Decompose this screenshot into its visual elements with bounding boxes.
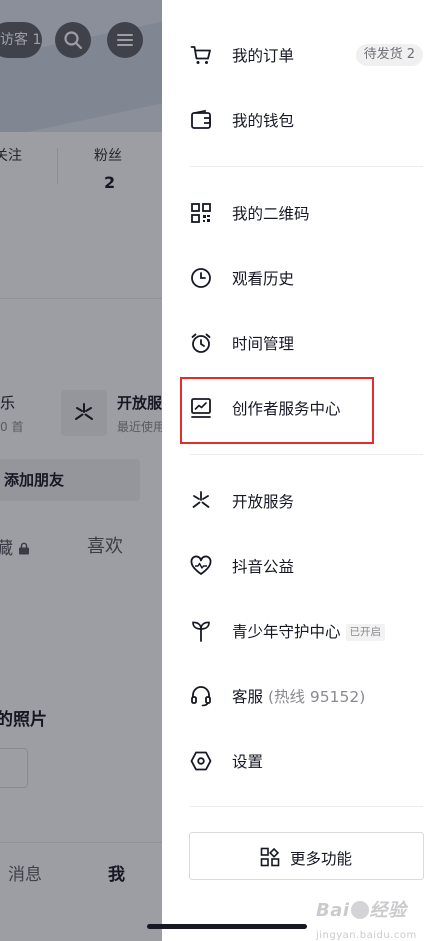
- dim-overlay[interactable]: [0, 0, 162, 941]
- customer-service-label: 客服: [232, 688, 264, 706]
- menu-divider: [190, 806, 423, 807]
- headset-icon: [191, 686, 211, 707]
- cart-icon: [190, 46, 211, 64]
- menu-item-charity[interactable]: 抖音公益: [162, 538, 433, 594]
- watermark-text-right: 经验: [369, 900, 407, 921]
- menu-item-label: 观看历史: [232, 270, 295, 288]
- menu-item-label: 时间管理: [232, 335, 295, 353]
- clock-icon: [191, 268, 211, 288]
- menu-item-label: 我的钱包: [232, 112, 295, 130]
- youth-protection-label: 青少年守护中心: [232, 623, 341, 641]
- qr-code-icon: [191, 203, 211, 223]
- alarm-clock-icon: [191, 333, 211, 353]
- menu-item-label: 我的二维码: [232, 205, 310, 223]
- watermark-sub: jingyan.baidu.com: [316, 930, 417, 941]
- menu-item-settings[interactable]: 设置: [162, 733, 433, 789]
- home-indicator: [147, 924, 307, 929]
- menu-item-label: 抖音公益: [232, 558, 295, 576]
- menu-item-creator-center[interactable]: 创作者服务中心: [162, 380, 433, 436]
- menu-item-time-management[interactable]: 时间管理: [162, 315, 433, 371]
- more-features-label: 更多功能: [290, 850, 353, 868]
- wallet-icon: [191, 109, 211, 129]
- menu-item-orders[interactable]: 我的订单 待发货 2: [162, 27, 433, 83]
- heart-charity-icon: [190, 555, 212, 575]
- enabled-tag: 已开启: [345, 624, 386, 641]
- menu-item-youth-protection[interactable]: 青少年守护中心 已开启: [162, 603, 433, 659]
- watermark: Bai 经验 jingyan.baidu.com: [316, 896, 417, 941]
- menu-item-label: 设置: [232, 753, 264, 771]
- menu-divider: [190, 166, 423, 167]
- settings-hexagon-icon: [190, 751, 212, 771]
- watermark-text-left: Bai: [316, 900, 350, 921]
- side-drawer: 我的订单 待发货 2 我的钱包 我的二维码 观看历史 时间管理 创作者服务中心 …: [162, 0, 433, 941]
- asterisk-icon: [192, 491, 210, 508]
- sprout-icon: [192, 621, 210, 642]
- menu-item-open-services[interactable]: 开放服务: [162, 473, 433, 529]
- menu-item-wallet[interactable]: 我的钱包: [162, 92, 433, 148]
- menu-item-qr-code[interactable]: 我的二维码: [162, 185, 433, 241]
- menu-item-label: 客服 (热线 95152): [232, 685, 365, 707]
- menu-item-customer-service[interactable]: 客服 (热线 95152): [162, 668, 433, 724]
- grid-apps-icon: [260, 847, 280, 867]
- menu-divider: [190, 454, 423, 455]
- menu-item-label: 我的订单: [232, 47, 295, 65]
- hotline-text: (热线 95152): [267, 688, 366, 706]
- paw-icon: [350, 901, 369, 919]
- menu-item-label: 青少年守护中心 已开启: [232, 620, 386, 642]
- menu-item-watch-history[interactable]: 观看历史: [162, 250, 433, 306]
- pending-shipment-badge: 待发货 2: [355, 44, 423, 66]
- menu-item-label: 创作者服务中心: [232, 400, 341, 418]
- more-features-button[interactable]: 更多功能: [189, 832, 424, 880]
- menu-item-label: 开放服务: [232, 493, 295, 511]
- creator-chart-icon: [191, 398, 211, 418]
